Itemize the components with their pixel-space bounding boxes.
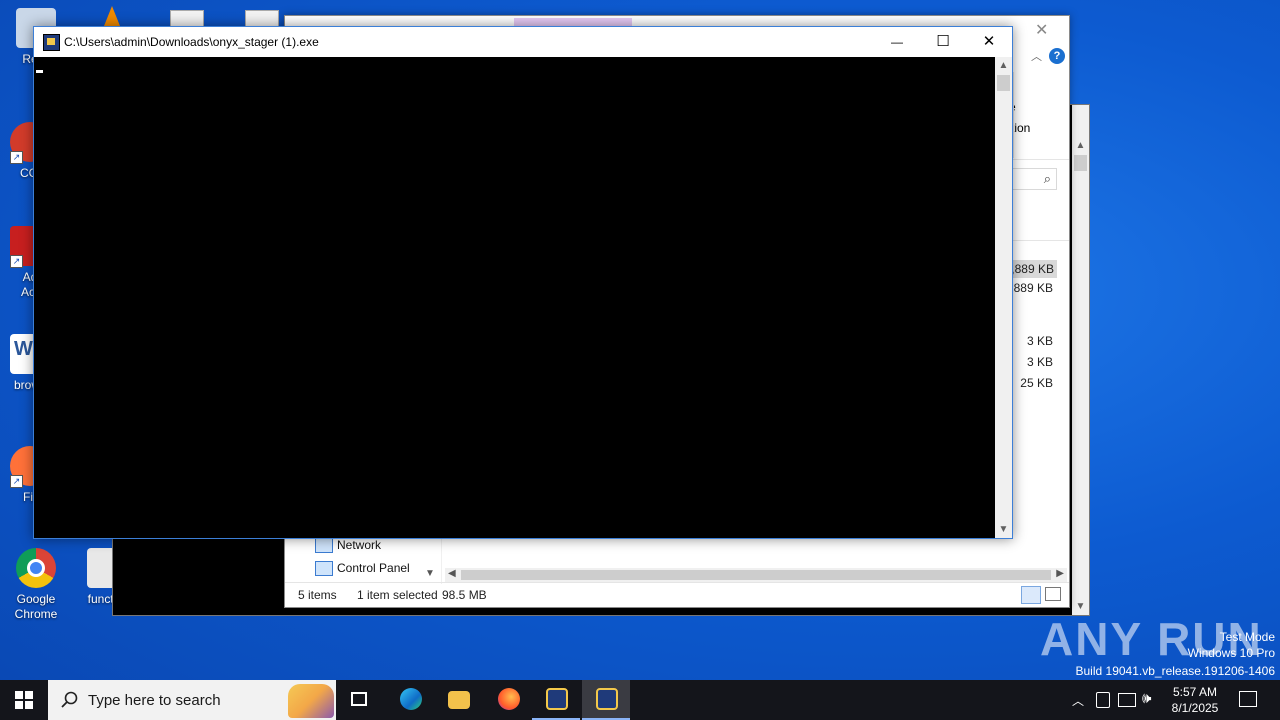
tray-security-icon[interactable] xyxy=(1096,692,1110,708)
desktop-icon-google-chrome[interactable]: Google Chrome xyxy=(6,548,66,622)
taskbar-clock[interactable]: 5:57 AM 8/1/2025 xyxy=(1160,684,1230,716)
taskbar-edge[interactable] xyxy=(386,680,434,720)
edge-icon xyxy=(400,688,422,710)
explorer-close-button[interactable]: ✕ xyxy=(1035,20,1048,40)
window-title: C:\Users\admin\Downloads\onyx_stager (1)… xyxy=(64,35,319,49)
console-vertical-scrollbar[interactable]: ▲ ▼ xyxy=(995,57,1012,538)
scroll-thumb[interactable] xyxy=(997,75,1010,91)
shortcut-arrow-icon: ↗ xyxy=(10,475,23,488)
search-icon xyxy=(61,691,78,708)
ribbon-collapse-icon[interactable]: ︿ xyxy=(1031,48,1042,64)
taskbar-console-app-2[interactable] xyxy=(582,680,630,720)
nav-item-label: Control Panel xyxy=(337,561,410,575)
scroll-down-icon[interactable]: ▼ xyxy=(995,521,1012,538)
network-icon[interactable] xyxy=(1118,693,1136,707)
test-mode-label: Test Mode xyxy=(1219,630,1275,644)
build-label: Build 19041.vb_release.191206-1406 xyxy=(1075,664,1276,678)
shortcut-arrow-icon: ↗ xyxy=(10,151,23,164)
volume-icon[interactable]: 🕪 xyxy=(1142,690,1151,707)
large-icons-view-icon[interactable] xyxy=(1045,587,1061,601)
chrome-icon xyxy=(16,548,56,588)
taskbar-firefox[interactable] xyxy=(484,680,532,720)
status-selected: 1 item selected xyxy=(357,588,438,602)
vlc-icon xyxy=(104,6,120,26)
status-size: 98.5 MB xyxy=(442,588,487,602)
scroll-right-icon[interactable]: ▶ xyxy=(1056,568,1064,579)
status-item-count: 5 items xyxy=(298,588,337,602)
scroll-left-icon[interactable]: ◀ xyxy=(448,568,456,579)
taskbar-file-explorer[interactable] xyxy=(434,680,482,720)
tray-overflow-chevron-icon[interactable]: ︿ xyxy=(1072,692,1084,709)
console-app-icon xyxy=(546,688,568,710)
nav-scroll-down-icon[interactable]: ▼ xyxy=(425,568,435,579)
scroll-thumb[interactable] xyxy=(461,570,1051,580)
task-view-button[interactable] xyxy=(336,680,384,720)
help-icon[interactable]: ? xyxy=(1049,48,1065,64)
close-button[interactable]: ✕ xyxy=(966,27,1012,57)
taskbar: Type here to search ︿ 🕪 5:57 AM 8/1/2025 xyxy=(0,680,1280,720)
windows-edition-label: Windows 10 Pro xyxy=(1187,646,1275,660)
vertical-scrollbar[interactable]: ▲ ▼ xyxy=(1072,105,1089,615)
clock-date: 8/1/2025 xyxy=(1171,701,1219,715)
desktop-icon-label: Google Chrome xyxy=(14,592,58,621)
scroll-up-icon[interactable]: ▲ xyxy=(1072,137,1089,154)
file-size: ,889 KB xyxy=(1008,260,1057,278)
notifications-icon[interactable] xyxy=(1239,691,1257,707)
file-size: ,889 KB xyxy=(1010,281,1053,295)
taskbar-console-app-1[interactable] xyxy=(532,680,580,720)
shortcut-arrow-icon: ↗ xyxy=(10,255,23,268)
console-window: C:\Users\admin\Downloads\onyx_stager (1)… xyxy=(33,26,1013,539)
firefox-icon xyxy=(498,688,520,710)
nav-pane-border xyxy=(441,536,442,584)
clock-time: 5:57 AM xyxy=(1172,685,1218,699)
task-view-icon xyxy=(351,692,367,706)
nav-item-label: Network xyxy=(337,538,382,552)
file-size: 3 KB xyxy=(1026,334,1053,348)
console-app-icon xyxy=(596,688,618,710)
text-cursor xyxy=(36,70,43,73)
search-placeholder: Type here to search xyxy=(88,692,221,709)
search-decoration-flowers-icon xyxy=(288,684,334,718)
nav-item-network[interactable]: Network xyxy=(315,538,382,553)
ribbon-separator xyxy=(1013,72,1014,158)
console-output[interactable] xyxy=(34,57,995,538)
details-view-icon[interactable] xyxy=(1021,586,1041,604)
taskbar-search-box[interactable]: Type here to search xyxy=(48,680,336,720)
network-icon xyxy=(315,538,333,553)
minimize-button[interactable]: — xyxy=(874,27,920,57)
maximize-button[interactable]: ☐ xyxy=(920,27,966,57)
file-size: 3 KB xyxy=(1026,355,1053,369)
windows-logo-icon xyxy=(15,691,33,709)
horizontal-scrollbar[interactable]: ◀ ▶ xyxy=(445,568,1067,582)
console-app-icon xyxy=(43,34,60,51)
file-size: 25 KB xyxy=(1020,376,1053,390)
scroll-up-icon[interactable]: ▲ xyxy=(995,57,1012,74)
nav-item-control-panel[interactable]: Control Panel xyxy=(315,561,410,576)
search-icon: ⌕ xyxy=(1043,171,1051,186)
control-panel-icon xyxy=(315,561,333,576)
status-bar: 5 items 1 item selected 98.5 MB xyxy=(285,582,1069,607)
console-titlebar[interactable]: C:\Users\admin\Downloads\onyx_stager (1)… xyxy=(34,27,1012,57)
folder-icon xyxy=(448,691,470,709)
start-button[interactable] xyxy=(0,680,48,720)
